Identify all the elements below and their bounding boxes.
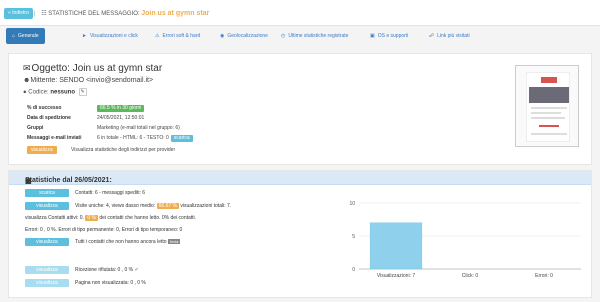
download-contacts-button[interactable]: scarica <box>25 189 69 197</box>
tab-link-visitati[interactable]: ☍ Link più visitati <box>429 28 470 44</box>
tab-label: Link più visitati <box>437 33 470 39</box>
tab-label: Generale <box>18 33 39 39</box>
unread-text-label: Tutti i contatti che non hanno ancora le… <box>75 239 167 245</box>
message-object: ✉Oggetto: Join us at gymn star <box>23 63 162 74</box>
tab-geolocalizzazione[interactable]: ◉ Geolocalizzazione <box>220 28 268 44</box>
date-label: Data di spedizione <box>27 115 71 121</box>
cursor-icon: ► <box>82 33 87 39</box>
x-tick-label: Errori: 0 <box>535 273 553 279</box>
visits-highlight: 66.67 % <box>156 203 179 209</box>
download-button[interactable]: scarica <box>170 135 193 142</box>
success-label: % di successo <box>27 105 62 111</box>
code-value: nessuno <box>50 89 75 96</box>
active-text-a: visualizza Contatti attivi: 0. <box>25 215 84 221</box>
code-label: Codice: <box>28 89 49 96</box>
message-code: ● Codice: nessuno ✎ <box>23 88 87 96</box>
x-tick-label: Visualizzazioni: 7 <box>377 273 415 279</box>
unread-text: Tutti i contatti che non hanno ancora le… <box>75 239 181 245</box>
tab-ultime-statistiche[interactable]: ◴ Ultime statistiche registrate <box>281 28 348 44</box>
tab-bar: ⌂ Generale ► Visualizzazioni e click ⚠ Erro… <box>4 27 596 45</box>
groups-value: Marketing (e-mail totali nel gruppo: 6) <box>97 125 180 131</box>
tab-errori[interactable]: ⚠ Errori soft & hard <box>155 28 200 44</box>
statistics-chart: 0 5 10 Visualizzazioni: 7 Click: 0 Errori: 0 <box>345 197 585 291</box>
refused-text-label: Ricezione rifiutata: 0 , 0 % <box>75 267 134 273</box>
y-tick-label: 0 <box>352 267 355 273</box>
active-text-b: dei contatti che hanno letto. <box>99 215 161 221</box>
tab-os-supporti[interactable]: ▣ OS e supporti <box>370 28 408 44</box>
active-text-c: 0% dei contatti. <box>161 215 197 221</box>
clock-icon: ◴ <box>281 33 286 39</box>
link-icon: ☍ <box>429 33 435 39</box>
provider-text: Visualizza statistiche degli indirizzi p… <box>71 147 176 153</box>
sent-value-text: 6 in totale - HTML: 6 - TESTO: 0 <box>97 135 169 141</box>
statistics-panel: ▩ Statistiche dal 26/05/2021: scarica Co… <box>8 170 592 298</box>
object-label: Oggetto: <box>31 63 70 74</box>
date-value: 24/05/2021, 12:50:01 <box>97 115 145 121</box>
breadcrumb-label: STATISTICHE DEL MESSAGGIO: <box>48 11 140 17</box>
preview-page <box>526 72 570 142</box>
tab-label: Errori soft & hard <box>162 33 201 39</box>
home-icon: ⌂ <box>12 33 16 39</box>
back-button[interactable]: « Indietro <box>4 8 33 19</box>
groups-label: Gruppi <box>27 125 44 131</box>
tab-label: OS e supporti <box>377 33 409 39</box>
visits-view-button[interactable]: visualizza <box>25 202 69 210</box>
tab-label: Geolocalizzazione <box>227 33 268 39</box>
not-viewed-view-button[interactable]: visualizza <box>25 279 69 287</box>
separator: | <box>34 11 36 17</box>
thumbs-up-icon: ✔ <box>134 267 139 273</box>
preview-line <box>531 107 567 109</box>
send-badge[interactable]: Invia <box>167 239 181 244</box>
bar-chart: 0 5 10 Visualizzazioni: 7 Click: 0 Errori: 0 <box>349 201 581 279</box>
edit-code-button[interactable]: ✎ <box>78 88 87 96</box>
active-contacts-text: visualizza Contatti attivi: 0. 0 % dei c… <box>25 215 196 221</box>
not-viewed-text: Pagina non visualizzata: 0 , 0 % <box>75 280 146 286</box>
visits-text-b: visualizzazioni totali: 7. <box>180 203 232 209</box>
sent-label: Messaggi e-mail inviati <box>27 135 82 141</box>
tab-visualizzazioni[interactable]: ► Visualizzazioni e click <box>82 28 138 44</box>
unread-view-button[interactable]: visualizza <box>25 238 69 246</box>
breadcrumb: | ☷ STATISTICHE DEL MESSAGGIO: Join us a… <box>34 10 209 17</box>
statistics-title-text: Statistiche dal 26/05/2021: <box>25 177 112 184</box>
y-tick-label: 10 <box>349 201 355 207</box>
y-tick-label: 5 <box>352 234 355 240</box>
preview-cta <box>539 125 559 127</box>
top-bar: « Indietro | ☷ STATISTICHE DEL MESSAGGIO… <box>0 0 600 26</box>
preview-line <box>531 133 567 135</box>
x-tick-label: Click: 0 <box>462 273 479 279</box>
desktop-icon: ▣ <box>370 33 375 39</box>
statistics-header: ▩ Statistiche dal 26/05/2021: <box>9 171 591 185</box>
tab-generale[interactable]: ⌂ Generale <box>6 28 45 44</box>
envelope-icon: ✉ <box>23 63 31 73</box>
email-preview-thumbnail[interactable] <box>515 65 579 147</box>
chart-bar <box>369 222 423 270</box>
chart-icon: ☷ <box>41 11 47 17</box>
message-overview-panel: ✉Oggetto: Join us at gymn star ☻Mittente… <box>8 53 592 165</box>
sender-label: Mittente: <box>30 77 58 84</box>
preview-logo <box>541 77 557 83</box>
refused-view-button[interactable]: visualizza <box>25 266 69 274</box>
preview-line <box>531 117 565 119</box>
tab-label: Ultime statistiche registrate <box>288 33 349 39</box>
provider-view-button[interactable]: visualizza <box>27 146 57 154</box>
object-value: Join us at gymn star <box>72 63 163 74</box>
error-icon: ⚠ <box>155 33 160 39</box>
preview-line <box>531 112 561 114</box>
sender-value: SENDO <invio@sendomail.it> <box>59 77 154 84</box>
visits-text: Visite uniche: 4, views dasso medio: 66.… <box>75 203 231 209</box>
active-highlight: 0 % <box>85 215 98 221</box>
errors-text: Errori: 0 , 0 %. Errori di tipo permanen… <box>25 227 183 233</box>
tab-label: Visualizzazioni e click <box>89 33 138 39</box>
visits-text-a: Visite uniche: 4, views dasso medio: <box>75 203 156 209</box>
success-badge: 66.5 % in 30 giorni <box>97 105 145 112</box>
tag-icon: ● <box>23 89 27 96</box>
contacts-text: Contatti: 6 - messaggi spediti: 6 <box>75 190 146 196</box>
sent-value: 6 in totale - HTML: 6 - TESTO: 0 scarica <box>97 135 193 142</box>
globe-icon: ◉ <box>220 33 225 39</box>
success-value: 66.5 % in 30 giorni <box>97 105 145 112</box>
preview-image <box>529 87 569 103</box>
message-sender: ☻Mittente: SENDO <invio@sendomail.it> <box>23 77 153 84</box>
breadcrumb-subject: Join us at gymn star <box>141 10 210 17</box>
refused-text: Ricezione rifiutata: 0 , 0 % ✔ <box>75 267 139 273</box>
